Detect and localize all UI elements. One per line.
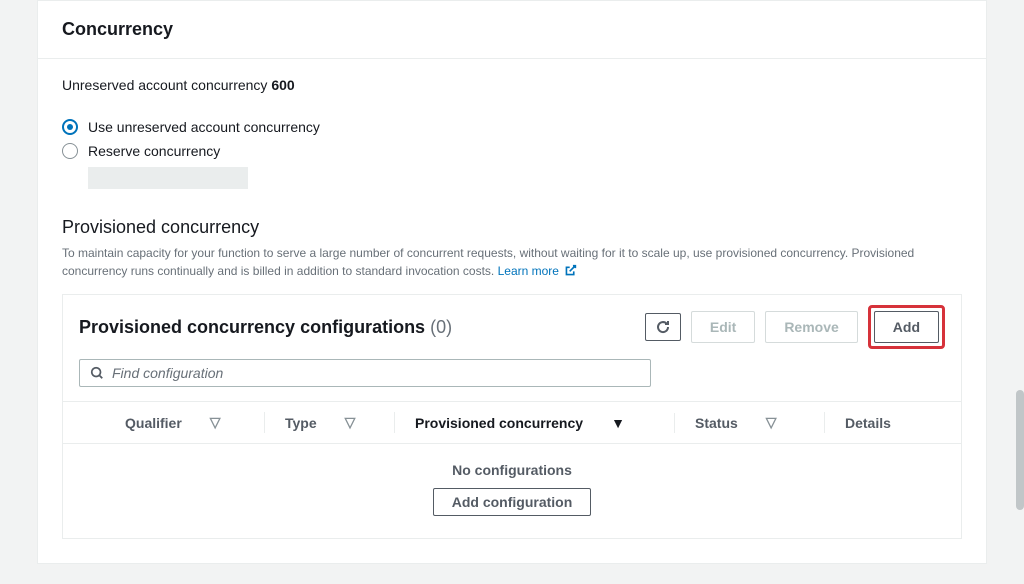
configurations-count: (0)	[430, 317, 452, 337]
column-qualifier-label: Qualifier	[125, 415, 182, 431]
learn-more-label: Learn more	[498, 264, 559, 278]
sort-icon: ▽	[766, 414, 777, 431]
concurrency-radio-group: Use unreserved account concurrency Reser…	[62, 115, 962, 189]
configurations-title-text: Provisioned concurrency configurations	[79, 317, 425, 337]
refresh-button[interactable]	[645, 313, 681, 341]
scrollbar-thumb[interactable]	[1016, 390, 1024, 510]
column-type-label: Type	[285, 415, 317, 431]
radio-reserve-concurrency[interactable]: Reserve concurrency	[62, 139, 962, 163]
column-details-label: Details	[845, 415, 891, 431]
empty-state: No configurations Add configuration	[63, 444, 961, 538]
unreserved-value: 600	[271, 77, 294, 93]
reserve-concurrency-input[interactable]	[88, 167, 248, 189]
remove-button[interactable]: Remove	[765, 311, 857, 343]
sort-icon: ▽	[345, 414, 356, 431]
sort-icon: ▽	[210, 414, 221, 431]
add-button[interactable]: Add	[874, 311, 939, 343]
learn-more-link[interactable]: Learn more	[498, 264, 578, 278]
unreserved-concurrency-text: Unreserved account concurrency 600	[62, 77, 962, 93]
radio-use-unreserved[interactable]: Use unreserved account concurrency	[62, 115, 962, 139]
panel-header: Concurrency	[38, 1, 986, 59]
search-input[interactable]	[112, 365, 640, 381]
column-provisioned-concurrency[interactable]: Provisioned concurrency ▼	[415, 413, 675, 433]
provisioned-desc-text: To maintain capacity for your function t…	[62, 246, 914, 278]
configurations-panel: Provisioned concurrency configurations (…	[62, 294, 962, 539]
refresh-icon	[655, 319, 671, 335]
radio-reserve-label: Reserve concurrency	[88, 143, 220, 159]
external-link-icon	[564, 264, 577, 277]
radio-selected-icon	[62, 119, 78, 135]
column-qualifier[interactable]: Qualifier ▽	[125, 412, 265, 433]
empty-state-title: No configurations	[63, 462, 961, 478]
table-header-row: Qualifier ▽ Type ▽ Provisioned concurren…	[63, 401, 961, 444]
panel-title: Concurrency	[62, 19, 962, 40]
radio-use-unreserved-label: Use unreserved account concurrency	[88, 119, 320, 135]
unreserved-label: Unreserved account concurrency	[62, 77, 267, 93]
sort-desc-icon: ▼	[611, 415, 625, 431]
add-button-highlight: Add	[868, 305, 945, 349]
configurations-title: Provisioned concurrency configurations (…	[79, 317, 452, 338]
search-configuration-box[interactable]	[79, 359, 651, 387]
concurrency-panel: Concurrency Unreserved account concurren…	[37, 0, 987, 564]
radio-unselected-icon	[62, 143, 78, 159]
provisioned-heading: Provisioned concurrency	[62, 217, 962, 238]
provisioned-description: To maintain capacity for your function t…	[62, 244, 962, 280]
column-status[interactable]: Status ▽	[695, 412, 825, 433]
add-configuration-button[interactable]: Add configuration	[433, 488, 592, 516]
column-status-label: Status	[695, 415, 738, 431]
column-type[interactable]: Type ▽	[285, 412, 395, 433]
search-icon	[90, 366, 104, 380]
column-provisioned-label: Provisioned concurrency	[415, 415, 583, 431]
edit-button[interactable]: Edit	[691, 311, 755, 343]
column-details: Details	[845, 413, 945, 433]
